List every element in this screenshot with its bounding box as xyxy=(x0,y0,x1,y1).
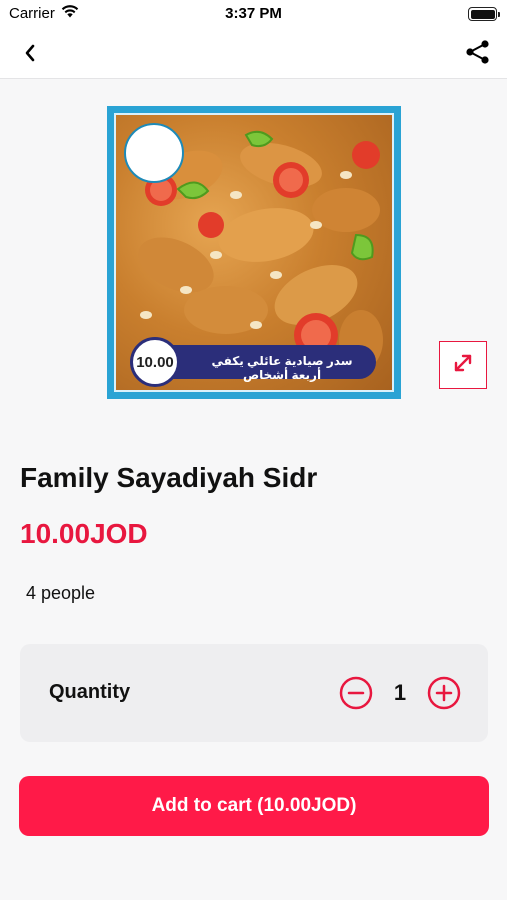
navigation-bar xyxy=(0,30,507,79)
product-photo: سدر صيادية عائلي يكفي أربعة أشخاص 10.00 xyxy=(114,113,394,392)
increase-quantity-button[interactable] xyxy=(427,676,461,710)
decrease-quantity-button[interactable] xyxy=(339,676,373,710)
share-icon xyxy=(465,39,491,70)
minus-circle-icon xyxy=(339,676,373,714)
back-button[interactable] xyxy=(14,40,46,70)
share-button[interactable] xyxy=(461,38,495,70)
product-description: 4 people xyxy=(26,583,96,603)
quantity-card: Quantity 1 xyxy=(20,644,488,742)
status-bar: Carrier 3:37 PM xyxy=(0,0,507,30)
quantity-label: Quantity xyxy=(49,681,131,703)
chevron-left-icon xyxy=(23,43,37,68)
product-price: 10.00JOD xyxy=(20,518,148,549)
product-image[interactable]: سدر صيادية عائلي يكفي أربعة أشخاص 10.00 xyxy=(107,106,401,399)
battery-icon xyxy=(468,7,500,21)
price-badge: 10.00 xyxy=(130,337,180,387)
add-to-cart-button[interactable]: Add to cart (10.00JOD) xyxy=(19,776,489,836)
expand-image-button[interactable] xyxy=(439,341,487,389)
quantity-value: 1 xyxy=(393,680,407,705)
caption-text: سدر صيادية عائلي يكفي أربعة أشخاص xyxy=(211,354,353,382)
expand-arrows-icon xyxy=(451,351,475,380)
status-time: 3:37 PM xyxy=(225,5,282,22)
plus-circle-icon xyxy=(427,676,461,714)
restaurant-logo xyxy=(124,123,184,183)
product-title: Family Sayadiyah Sidr xyxy=(20,462,318,493)
